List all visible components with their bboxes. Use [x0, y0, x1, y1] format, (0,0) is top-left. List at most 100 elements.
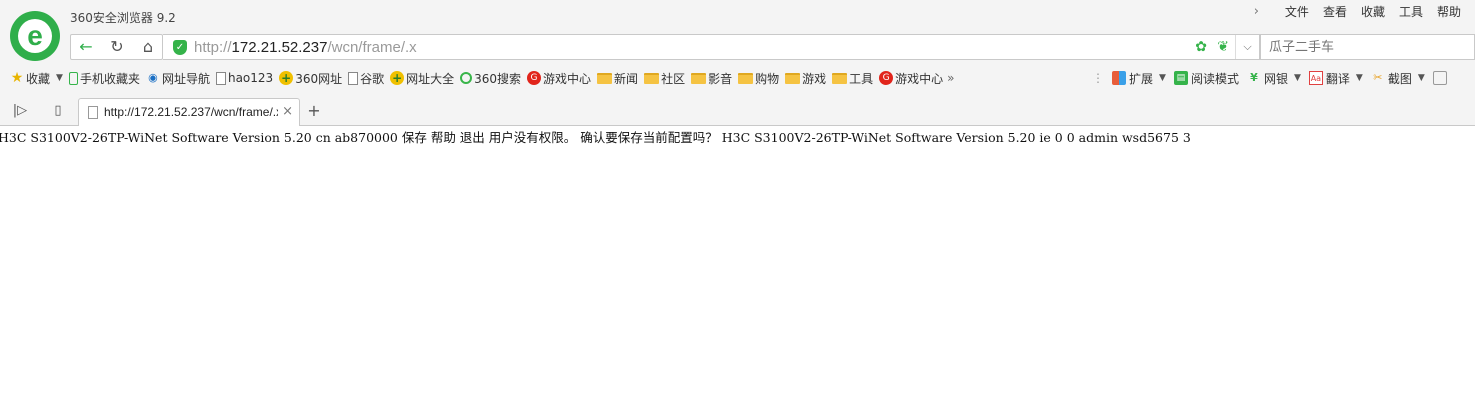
tool-translate[interactable]: Aa 翻译 ▼	[1308, 70, 1363, 87]
bookmark-label: 谷歌	[360, 71, 385, 86]
url-path: /wcn/frame/.x	[327, 39, 417, 56]
folder-icon	[785, 72, 801, 84]
bookmark-360-search[interactable]: 360搜索	[460, 70, 521, 87]
bookmark-folder-games[interactable]: 游戏	[785, 70, 826, 87]
folder-icon	[832, 72, 848, 84]
bookmark-hao123[interactable]: hao123	[215, 71, 274, 85]
bookmark-game-center[interactable]: G 游戏中心	[527, 70, 591, 87]
browser-chrome: e 360安全浏览器 9.2 › 文件 查看 收藏 工具 帮助 ← ↻ ⌂ ✓ …	[0, 0, 1475, 126]
bookmarks-more-icon[interactable]: »	[947, 71, 954, 85]
bookmark-360-sites[interactable]: + 360网址	[279, 70, 342, 87]
bookmark-label: 购物	[755, 71, 780, 86]
leaf-mode-icon[interactable]: ❦	[1217, 39, 1229, 55]
security-shield-icon[interactable]: ✓	[173, 40, 187, 55]
caret-down-icon[interactable]: ▼	[1159, 73, 1166, 83]
reading-mode-icon: ▤	[1173, 71, 1188, 85]
caret-down-icon[interactable]: ▼	[1294, 73, 1301, 83]
bookmark-label: 社区	[661, 71, 686, 86]
toolbar-grip-icon: ⋮	[1092, 71, 1104, 85]
menu-tools[interactable]: 工具	[1399, 3, 1423, 20]
bookmark-label: 收藏	[26, 71, 51, 86]
phone-icon	[68, 71, 78, 85]
tool-extensions[interactable]: 扩展 ▼	[1112, 70, 1166, 87]
mobile-icon[interactable]: ▯	[47, 102, 69, 120]
bookmark-folder-news[interactable]: 新闻	[597, 70, 638, 87]
bookmark-label: 工具	[849, 71, 874, 86]
sidebar-toggle-icon[interactable]: |▷	[9, 102, 31, 120]
bank-icon: ¥	[1250, 71, 1258, 84]
bookmark-favorites[interactable]: ★ 收藏 ▼	[10, 70, 63, 87]
bookmark-label: 游戏中心	[895, 71, 944, 86]
bookmark-site-nav[interactable]: ◉ 网址导航	[146, 70, 210, 87]
bookmark-label: 新闻	[614, 71, 639, 86]
url-host: 172.21.52.237	[231, 39, 328, 56]
tool-label: 截图	[1387, 71, 1412, 86]
bookmark-site-directory[interactable]: + 网址大全	[390, 70, 454, 87]
game-icon: G	[879, 71, 894, 85]
menu-collapse-chevron-icon[interactable]: ›	[1254, 4, 1259, 19]
star-icon: ★	[10, 70, 24, 86]
address-dropdown-chevron-icon[interactable]: ⌵	[1235, 35, 1259, 59]
screenshot-icon: ✂	[1373, 71, 1383, 84]
globe-icon: ◉	[148, 71, 158, 84]
search-box[interactable]	[1260, 34, 1475, 60]
tool-more[interactable]	[1432, 71, 1450, 85]
folder-icon	[644, 72, 660, 84]
browser-logo-icon[interactable]: e	[10, 11, 60, 61]
game-icon: G	[527, 71, 542, 85]
menu-help[interactable]: 帮助	[1437, 3, 1461, 20]
360-icon: +	[279, 71, 294, 85]
caret-down-icon[interactable]: ▼	[1418, 73, 1425, 83]
bookmark-mobile-favorites[interactable]: 手机收藏夹	[68, 70, 140, 87]
tool-online-banking[interactable]: ¥ 网银 ▼	[1247, 70, 1301, 87]
new-tab-plus-icon[interactable]: +	[304, 101, 324, 121]
bookmark-label: 游戏	[802, 71, 827, 86]
caret-down-icon[interactable]: ▼	[56, 73, 63, 83]
menu-view[interactable]: 查看	[1323, 3, 1347, 20]
url-text[interactable]: http://172.21.52.237/wcn/frame/.x	[194, 39, 417, 56]
home-icon[interactable]: ⌂	[134, 35, 162, 59]
bookmark-label: 网址大全	[406, 71, 455, 86]
menu-favorites[interactable]: 收藏	[1361, 3, 1385, 20]
reload-icon[interactable]: ↻	[103, 35, 131, 59]
bookmarks-bar: ★ 收藏 ▼ 手机收藏夹 ◉ 网址导航 hao123 + 360网址 谷歌 + …	[0, 68, 1090, 88]
bookmark-game-center-2[interactable]: G 游戏中心	[879, 70, 943, 87]
bookmark-google[interactable]: 谷歌	[348, 70, 384, 87]
bookmark-label: hao123	[227, 71, 274, 85]
bookmark-label: 网址导航	[161, 71, 210, 86]
page-icon	[88, 106, 98, 119]
page-content: H3C S3100V2-26TP-WiNet Software Version …	[0, 126, 1475, 408]
caret-down-icon[interactable]: ▼	[1356, 73, 1363, 83]
tool-label: 网银	[1263, 71, 1288, 86]
bookmark-folder-shopping[interactable]: 购物	[738, 70, 779, 87]
bookmark-folder-community[interactable]: 社区	[644, 70, 685, 87]
bookmark-label: 360网址	[295, 71, 343, 86]
tab-active[interactable]: http://172.21.52.237/wcn/frame/.x ×	[78, 98, 300, 126]
bookmark-folder-tools[interactable]: 工具	[832, 70, 873, 87]
close-icon[interactable]: ×	[282, 104, 293, 119]
search-ring-icon	[460, 72, 473, 84]
bookmark-label: 手机收藏夹	[79, 71, 140, 86]
tool-reading-mode[interactable]: ▤ 阅读模式	[1173, 70, 1239, 87]
menu-file[interactable]: 文件	[1285, 3, 1309, 20]
tool-screenshot[interactable]: ✂ 截图 ▼	[1371, 70, 1425, 87]
bookmark-label: 游戏中心	[543, 71, 592, 86]
tab-bar: |▷ ▯ http://172.21.52.237/wcn/frame/.x ×…	[0, 96, 1475, 126]
tab-title: http://172.21.52.237/wcn/frame/.x	[104, 105, 278, 119]
tool-label: 扩展	[1129, 71, 1154, 86]
search-input[interactable]	[1261, 35, 1461, 59]
folder-icon	[597, 72, 613, 84]
translate-icon: Aa	[1308, 71, 1323, 85]
back-arrow-icon[interactable]: ←	[72, 35, 100, 59]
page-icon	[215, 71, 226, 85]
address-bar[interactable]: ✓ http://172.21.52.237/wcn/frame/.x ✿ ❦ …	[163, 34, 1260, 60]
menu-bar: › 文件 查看 收藏 工具 帮助	[1254, 3, 1461, 19]
page-icon	[348, 71, 359, 85]
window-title: 360安全浏览器 9.2	[70, 11, 176, 25]
bookmark-label: 影音	[708, 71, 733, 86]
tool-label: 翻译	[1325, 71, 1350, 86]
speed-mode-icon[interactable]: ✿	[1195, 39, 1207, 55]
tools-bar: ⋮ 扩展 ▼ ▤ 阅读模式 ¥ 网银 ▼ Aa 翻译 ▼ ✂ 截图 ▼	[1092, 68, 1458, 88]
bookmark-folder-media[interactable]: 影音	[691, 70, 732, 87]
extensions-icon	[1112, 71, 1126, 85]
